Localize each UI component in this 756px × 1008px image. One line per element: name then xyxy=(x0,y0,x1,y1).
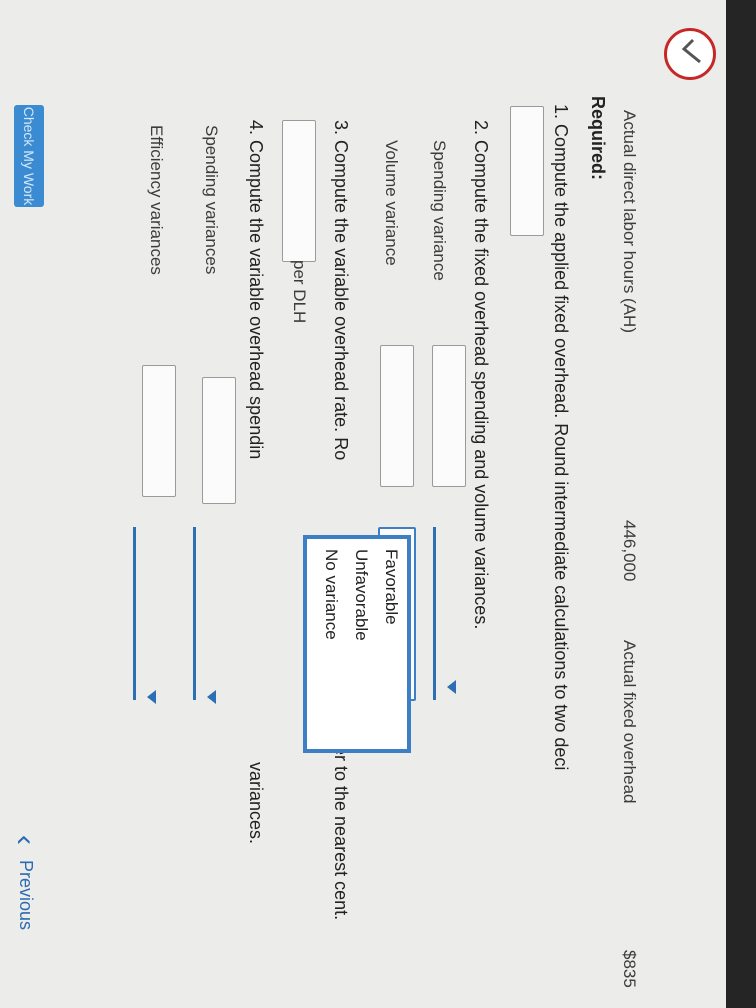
check-icon xyxy=(664,28,716,80)
spending-variances-label: Spending variances xyxy=(202,125,221,275)
spending-variances-select[interactable] xyxy=(193,527,196,700)
spending-variance-input[interactable] xyxy=(432,345,466,487)
chevron-down-icon[interactable] xyxy=(207,690,216,704)
efficiency-variances-input[interactable] xyxy=(142,365,176,497)
q3-text-tail: er to the nearest cent. xyxy=(331,745,351,921)
ah-label: Actual direct labor hours (AH) xyxy=(620,110,639,333)
ah-value: 446,000 xyxy=(620,520,639,582)
top-bezel xyxy=(726,0,756,1008)
dropdown-option-no-variance[interactable]: No variance xyxy=(321,549,341,640)
efficiency-variances-select[interactable] xyxy=(133,527,136,700)
previous-button[interactable]: Previous xyxy=(15,860,36,930)
q1-text: 1. Compute the applied fixed overhead. R… xyxy=(551,104,571,771)
rotated-page: Actual direct labor hours (AH) 446,000 A… xyxy=(0,0,756,1008)
spending-variances-input[interactable] xyxy=(202,377,236,504)
screen: Actual direct labor hours (AH) 446,000 A… xyxy=(0,0,756,1008)
volume-variance-label: Volume variance xyxy=(382,140,401,266)
spending-variance-select[interactable] xyxy=(433,527,436,700)
per-dlh-unit: per DLH xyxy=(290,260,309,324)
variable-overhead-rate-input[interactable] xyxy=(282,120,316,262)
efficiency-variances-label: Efficiency variances xyxy=(147,125,166,275)
dropdown-option-favorable[interactable]: Favorable xyxy=(381,549,401,625)
applied-fixed-overhead-input[interactable] xyxy=(510,106,544,236)
required-heading: Required: xyxy=(588,96,608,181)
fixed-overhead-value: $835 xyxy=(620,950,639,988)
chevron-down-icon[interactable] xyxy=(447,680,456,694)
q3-text: 3. Compute the variable overhead rate. R… xyxy=(331,120,351,461)
q4-text: 4. Compute the variable overhead spendin xyxy=(246,120,266,460)
volume-variance-input[interactable] xyxy=(380,345,414,487)
check-my-work-button[interactable]: Check My Work xyxy=(14,105,44,207)
q4-text-tail: variances. xyxy=(246,762,266,845)
q2-text: 2. Compute the fixed overhead spending a… xyxy=(471,120,491,630)
fixed-overhead-label: Actual fixed overhead xyxy=(620,640,639,804)
dropdown-option-unfavorable[interactable]: Unfavorable xyxy=(351,549,371,641)
variance-dropdown-menu: Favorable Unfavorable No variance xyxy=(303,535,411,753)
chevron-down-icon[interactable] xyxy=(147,690,156,704)
chevron-left-icon[interactable]: ‹ xyxy=(8,835,42,845)
spending-variance-label: Spending variance xyxy=(430,140,449,281)
